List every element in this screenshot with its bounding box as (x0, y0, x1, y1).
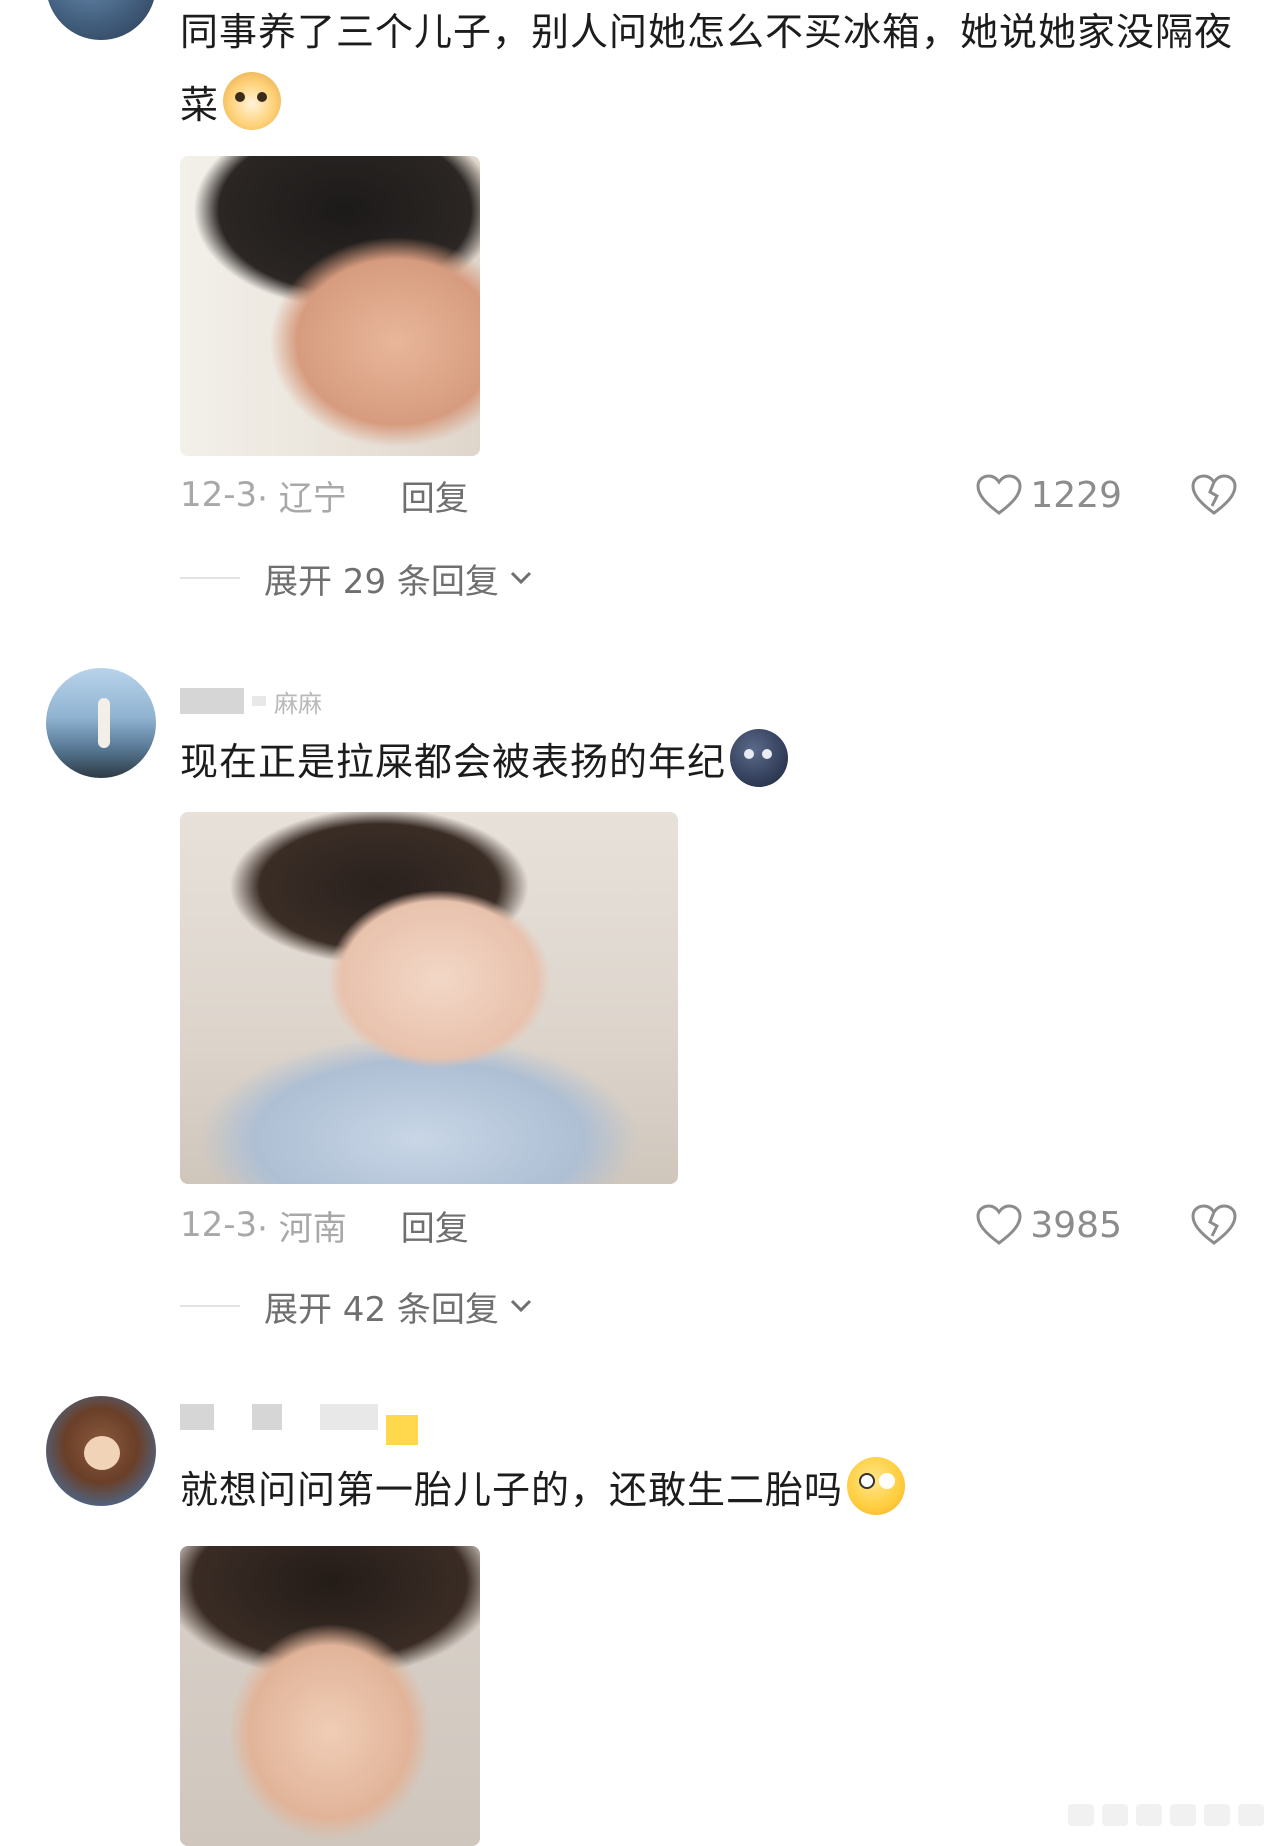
redacted-username (320, 1404, 378, 1430)
expand-replies-label: 展开 42 条回复 (264, 1289, 499, 1330)
like-button[interactable]: 3985 (976, 1204, 1122, 1246)
dislike-button[interactable] (1188, 470, 1240, 520)
broken-heart-icon (1191, 474, 1237, 515)
comment-location: · 河南 (257, 1208, 347, 1249)
chevron-down-icon (510, 1299, 531, 1313)
redacted-username (386, 1415, 418, 1445)
username[interactable] (180, 1402, 418, 1445)
divider (180, 1305, 240, 1307)
divider (180, 577, 240, 579)
watermark (1068, 1798, 1264, 1832)
like-count: 3985 (1030, 1204, 1122, 1246)
reply-button[interactable]: 回复 (401, 1201, 469, 1250)
comment-1: 同事养了三个儿子，别人问她怎么不买冰箱，她说她家没隔夜菜 12-3 · 辽宁 回… (0, 0, 1280, 602)
comment-text: 同事养了三个儿子，别人问她怎么不买冰箱，她说她家没隔夜菜 (180, 0, 1240, 142)
redacted-username (180, 1404, 214, 1430)
comment-text: 就想问问第一胎儿子的，还敢生二胎吗 (180, 1454, 1240, 1527)
like-count: 1229 (1030, 474, 1122, 516)
comment-location: · 辽宁 (257, 478, 347, 519)
redacted-username (252, 696, 266, 706)
heart-icon (976, 1204, 1022, 1245)
dislike-button[interactable] (1188, 1200, 1240, 1250)
avatar[interactable] (46, 668, 156, 778)
comment-date: 12-3 (180, 475, 258, 515)
redacted-username (252, 1404, 282, 1430)
comment-meta: 12-3 · 河南 回复 3985 (180, 1200, 1240, 1250)
new-moon-face-emoji-icon (730, 729, 789, 787)
username[interactable]: 麻麻 (180, 686, 322, 718)
comment-image[interactable] (180, 1546, 480, 1846)
expand-replies-label: 展开 29 条回复 (264, 561, 499, 602)
comment-image[interactable] (180, 812, 678, 1184)
redacted-username (180, 688, 244, 714)
reply-button[interactable]: 回复 (401, 471, 469, 520)
dog-face-emoji-icon (223, 72, 282, 130)
avatar[interactable] (46, 1396, 156, 1506)
broken-heart-icon (1191, 1204, 1237, 1245)
comment-date: 12-3 (180, 1205, 258, 1245)
chevron-down-icon (510, 571, 531, 585)
comment-image[interactable] (180, 156, 480, 456)
expand-replies-button[interactable]: 展开 42 条回复 (180, 1284, 533, 1330)
thinking-face-emoji-icon (847, 1457, 906, 1515)
comment-2: 麻麻 现在正是拉屎都会被表扬的年纪 12-3 · 河南 回复 3985 展开 4… (0, 668, 1280, 1358)
comment-text: 现在正是拉屎都会被表扬的年纪 (180, 726, 1240, 799)
like-button[interactable]: 1229 (976, 474, 1122, 516)
comment-meta: 12-3 · 辽宁 回复 1229 (180, 470, 1240, 520)
avatar[interactable] (46, 0, 156, 40)
expand-replies-button[interactable]: 展开 29 条回复 (180, 556, 533, 602)
heart-icon (976, 474, 1022, 515)
comment-3: 就想问问第一胎儿子的，还敢生二胎吗 (0, 1396, 1280, 1846)
